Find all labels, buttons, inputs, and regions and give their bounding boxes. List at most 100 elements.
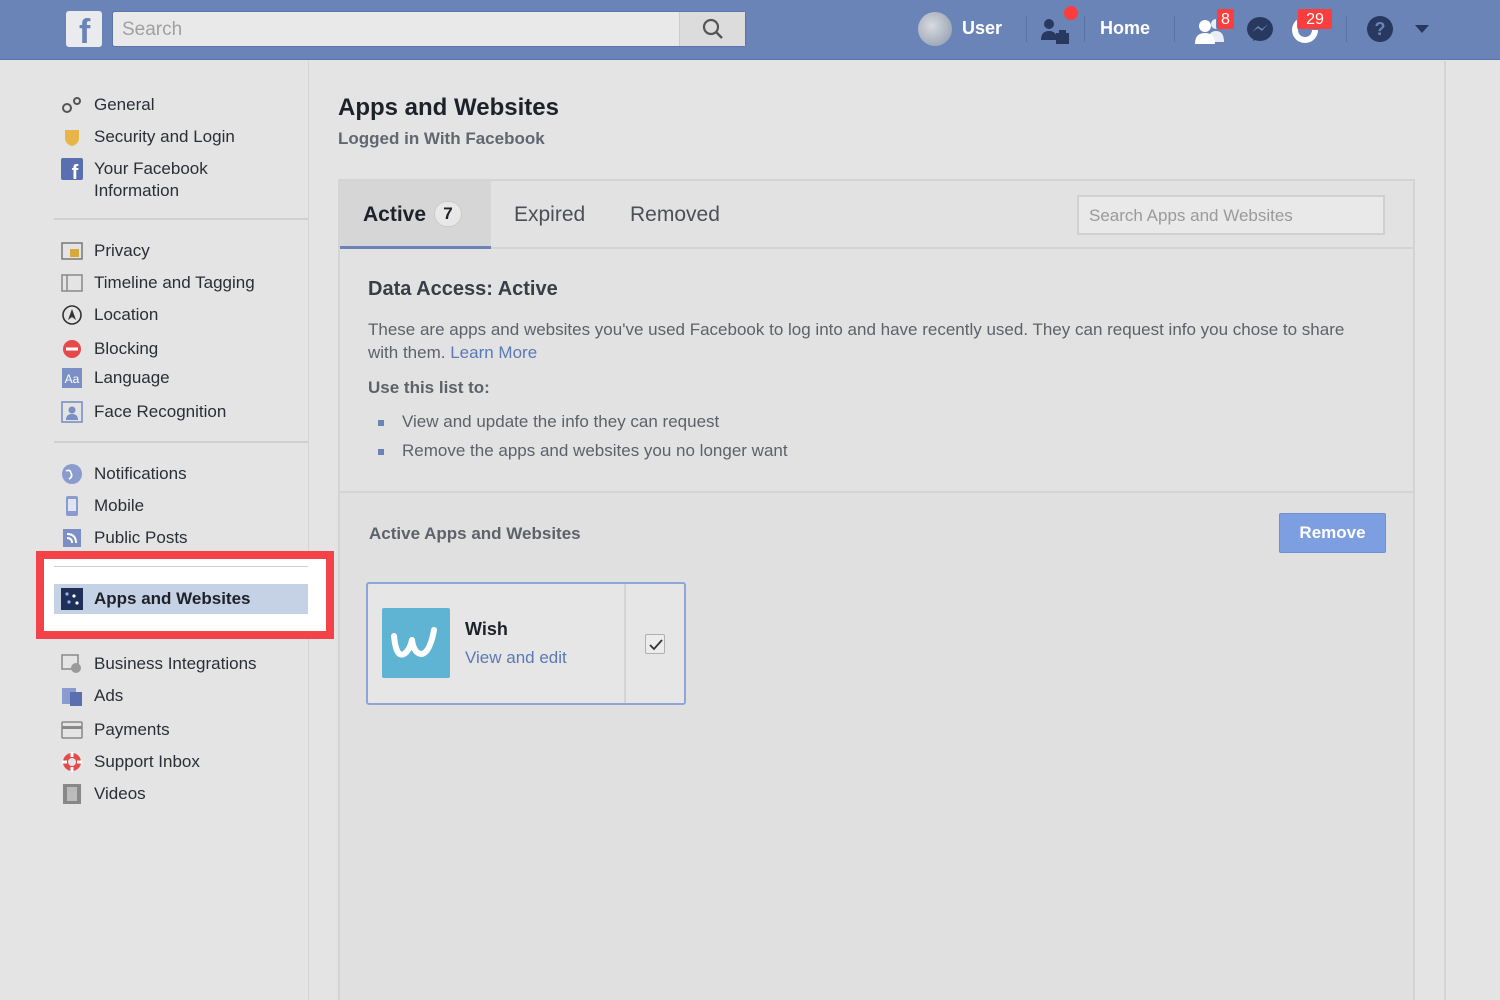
search-icon bbox=[702, 18, 723, 39]
sidebar-item-business-integrations[interactable]: Business Integrations bbox=[60, 653, 308, 675]
sidebar-item-label: Support Inbox bbox=[94, 752, 200, 771]
tab-expired[interactable]: Expired bbox=[514, 181, 585, 249]
learn-more-link[interactable]: Learn More bbox=[450, 343, 537, 362]
sidebar-item-label: Location bbox=[94, 305, 159, 324]
facebook-logo[interactable]: f bbox=[66, 11, 102, 50]
tab-active[interactable]: Active 7 bbox=[340, 181, 491, 249]
lock-icon bbox=[60, 240, 84, 262]
checkmark-icon bbox=[649, 639, 663, 651]
ads-icon bbox=[60, 685, 84, 707]
search-placeholder: Search Apps and Websites bbox=[1089, 206, 1293, 225]
separator bbox=[1174, 16, 1175, 42]
separator bbox=[1084, 16, 1085, 42]
sidebar-item-notifications[interactable]: Notifications bbox=[60, 463, 308, 485]
location-icon bbox=[60, 304, 84, 326]
sidebar-item-label: Timeline and Tagging bbox=[94, 273, 255, 292]
separator bbox=[1346, 16, 1347, 42]
data-access-heading: Data Access: Active bbox=[368, 278, 558, 300]
messenger-icon[interactable] bbox=[1245, 16, 1275, 44]
search-input[interactable]: Search bbox=[112, 11, 746, 47]
sidebar-item-label: Business Integrations bbox=[94, 654, 257, 673]
sidebar-item-general[interactable]: General bbox=[60, 94, 308, 116]
app-select-checkbox[interactable] bbox=[645, 634, 665, 654]
user-profile-link[interactable]: User bbox=[962, 18, 1002, 39]
globe-icon bbox=[60, 463, 84, 485]
svg-text:f: f bbox=[72, 162, 79, 180]
svg-text:?: ? bbox=[1375, 19, 1386, 39]
find-friends-icon[interactable] bbox=[1040, 16, 1070, 46]
friend-requests-badge: 8 bbox=[1216, 8, 1235, 30]
sidebar-item-label: Notifications bbox=[94, 464, 187, 483]
sidebar-item-label: Ads bbox=[94, 686, 124, 705]
svg-text:Aa: Aa bbox=[65, 372, 80, 386]
sidebar-item-label: Payments bbox=[94, 720, 170, 739]
remove-button[interactable]: Remove bbox=[1279, 513, 1386, 553]
tab-label: Expired bbox=[514, 203, 586, 226]
sidebar-item-payments[interactable]: Payments bbox=[60, 719, 308, 741]
sidebar-item-label: Face Recognition bbox=[94, 402, 227, 421]
active-apps-section bbox=[340, 493, 1413, 1000]
sidebar-item-label: Security and Login bbox=[94, 127, 235, 146]
page-title: Apps and Websites bbox=[338, 94, 559, 121]
lifebuoy-icon bbox=[60, 751, 84, 773]
sidebar-item-label: General bbox=[94, 95, 155, 114]
block-icon bbox=[60, 338, 84, 360]
sidebar-item-face-recognition[interactable]: Face Recognition bbox=[60, 401, 308, 423]
tab-bar: Active 7 Expired Removed Search Apps and … bbox=[340, 181, 1413, 249]
top-navigation-bar: f Search User Home 8 29 ? bbox=[0, 0, 1500, 60]
sidebar-item-your-facebook-information[interactable]: f Your Facebook Information bbox=[60, 158, 308, 202]
use-list-label: Use this list to: bbox=[368, 378, 490, 397]
sidebar-item-label: Language bbox=[94, 368, 170, 387]
tab-removed[interactable]: Removed bbox=[630, 181, 720, 249]
sidebar-item-ads[interactable]: Ads bbox=[60, 685, 308, 707]
sidebar-item-mobile[interactable]: Mobile bbox=[60, 495, 308, 517]
view-and-edit-link[interactable]: View and edit bbox=[465, 648, 567, 668]
active-apps-heading: Active Apps and Websites bbox=[369, 524, 581, 543]
bullet-icon bbox=[378, 449, 384, 455]
gear-icon bbox=[60, 94, 84, 116]
tab-label: Active bbox=[363, 203, 427, 226]
sidebar-item-videos[interactable]: Videos bbox=[60, 783, 308, 805]
notifications-badge: 29 bbox=[1297, 8, 1333, 30]
face-recognition-icon bbox=[60, 401, 84, 423]
sidebar-item-location[interactable]: Location bbox=[60, 304, 308, 326]
sidebar-item-label: Mobile bbox=[94, 496, 145, 515]
tab-count-badge: 7 bbox=[434, 201, 463, 227]
apps-search-input[interactable]: Search Apps and Websites bbox=[1077, 195, 1385, 235]
sidebar-item-timeline-and-tagging[interactable]: Timeline and Tagging bbox=[60, 272, 308, 294]
highlight-annotation bbox=[36, 551, 334, 639]
sidebar-item-privacy[interactable]: Privacy bbox=[60, 240, 308, 262]
tab-label: Removed bbox=[630, 203, 720, 226]
help-icon[interactable]: ? bbox=[1366, 15, 1394, 43]
avatar[interactable] bbox=[918, 12, 952, 46]
search-button[interactable] bbox=[679, 12, 745, 46]
card-separator bbox=[624, 584, 626, 703]
app-name: Wish bbox=[465, 619, 508, 639]
app-card-wish[interactable]: Wish View and edit bbox=[366, 582, 686, 705]
sidebar-item-public-posts[interactable]: Public Posts bbox=[60, 527, 308, 549]
sidebar-item-support-inbox[interactable]: Support Inbox bbox=[60, 751, 308, 773]
separator bbox=[1026, 16, 1027, 42]
sidebar-item-label: Public Posts bbox=[94, 528, 188, 547]
film-icon bbox=[60, 783, 84, 805]
find-friends-dot bbox=[1064, 6, 1078, 20]
caret-down-icon[interactable] bbox=[1414, 24, 1430, 34]
home-link[interactable]: Home bbox=[1100, 18, 1150, 39]
shield-icon bbox=[60, 126, 84, 148]
mobile-icon bbox=[60, 495, 84, 517]
bullet-icon bbox=[378, 420, 384, 426]
data-access-description: These are apps and websites you've used … bbox=[368, 320, 1345, 362]
sidebar-divider bbox=[54, 441, 308, 443]
sidebar-item-blocking[interactable]: Blocking bbox=[60, 338, 308, 360]
sidebar-item-label: Privacy bbox=[94, 241, 150, 260]
sidebar-item-label: Videos bbox=[94, 784, 146, 803]
language-icon: Aa bbox=[60, 367, 84, 389]
sidebar-item-language[interactable]: Aa Language bbox=[60, 367, 308, 389]
sidebar-item-label: Your Facebook Information bbox=[94, 159, 208, 200]
sidebar-item-label: Blocking bbox=[94, 339, 159, 358]
rss-icon bbox=[60, 527, 84, 549]
apps-panel: Active 7 Expired Removed Search Apps and … bbox=[338, 179, 1415, 1000]
page-right-border bbox=[1444, 61, 1446, 1000]
sidebar-item-security-and-login[interactable]: Security and Login bbox=[60, 126, 308, 148]
wish-logo bbox=[382, 608, 450, 678]
